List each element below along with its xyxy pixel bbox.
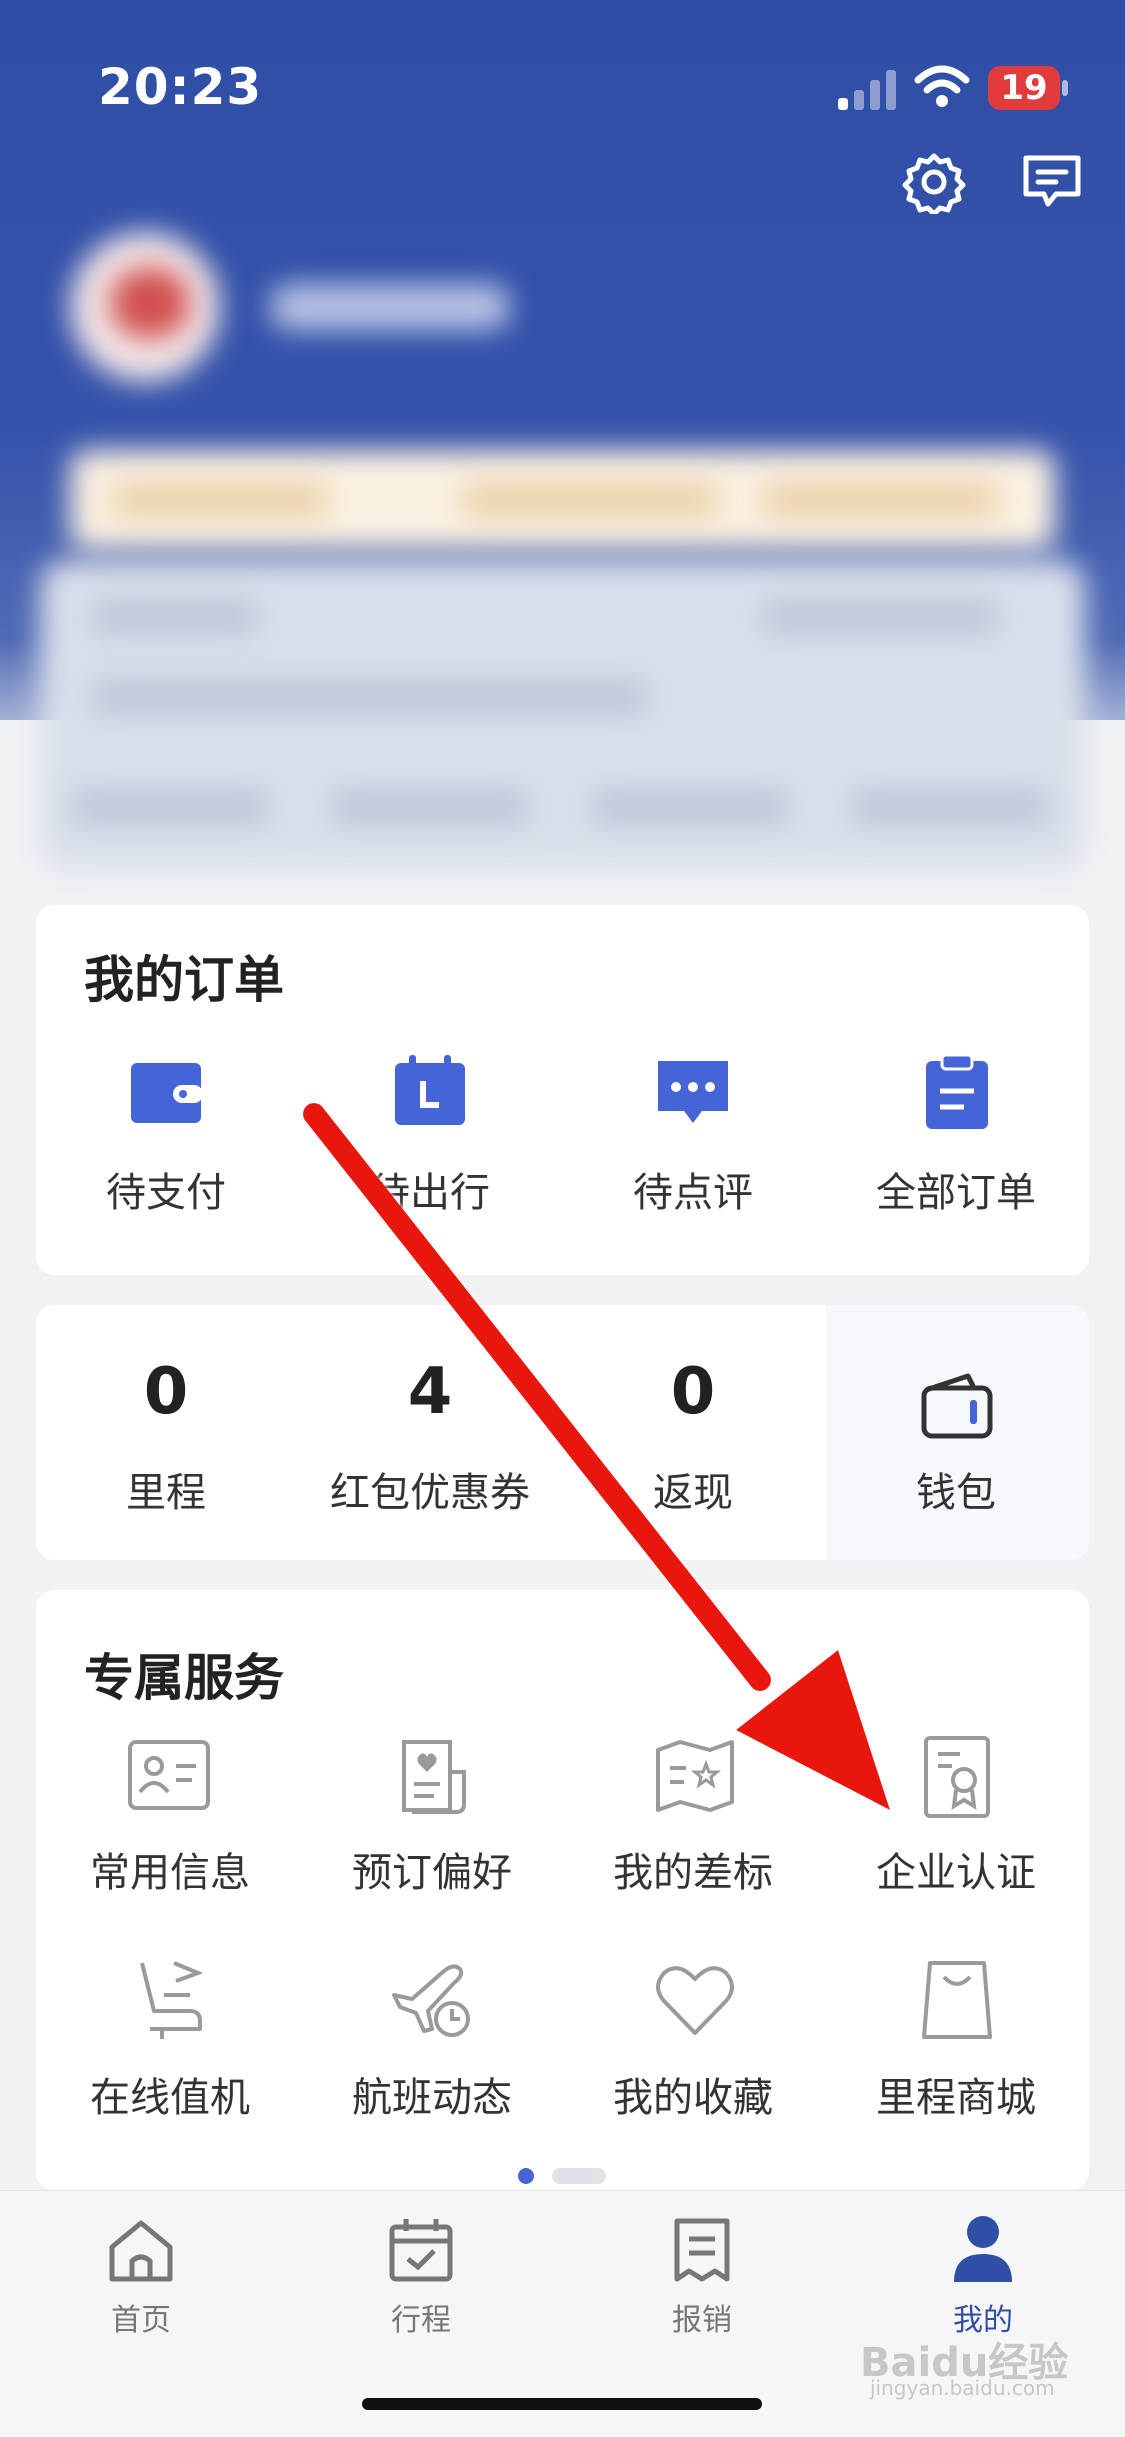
services-title: 专属服务 — [84, 1649, 284, 1707]
id-card-icon — [124, 1732, 214, 1822]
level-blur-1 — [90, 600, 260, 634]
tab-reimbursement[interactable]: 报销 — [622, 2295, 782, 2339]
plane-clock-icon — [388, 1955, 478, 2045]
level-blur-3 — [90, 680, 650, 714]
status-time: 20:23 — [98, 58, 263, 116]
home-indicator[interactable] — [362, 2398, 762, 2410]
service-mileage-mall[interactable]: 里程商城 — [836, 2065, 1076, 2123]
message-icon[interactable] — [1020, 152, 1084, 212]
service-enterprise-certification[interactable]: 企业认证 — [836, 1840, 1076, 1898]
mileage-value[interactable]: 0 — [46, 1355, 286, 1429]
order-pending-payment[interactable]: 待支付 — [46, 1160, 286, 1218]
person-icon — [954, 2216, 1012, 2282]
avatar-image — [110, 268, 190, 338]
level-blur-4 — [70, 790, 270, 824]
benefit-blur-3 — [760, 482, 1000, 518]
seat-icon — [124, 1955, 214, 2045]
heart-icon — [650, 1955, 740, 2045]
page-dot-active[interactable] — [518, 2168, 534, 2184]
benefit-blur-1 — [110, 482, 330, 518]
service-common-info[interactable]: 常用信息 — [50, 1840, 290, 1898]
home-icon — [109, 2220, 173, 2282]
clipboard-icon — [912, 1047, 1002, 1137]
service-online-checkin[interactable]: 在线值机 — [50, 2065, 290, 2123]
red-arrow-annotation — [303, 1103, 890, 1810]
service-flight-status[interactable]: 航班动态 — [312, 2065, 552, 2123]
tab-home[interactable]: 首页 — [61, 2295, 221, 2339]
wifi-icon — [914, 65, 970, 107]
battery-indicator: 19 — [988, 66, 1060, 110]
service-travel-standard[interactable]: 我的差标 — [573, 1840, 813, 1898]
mileage-label[interactable]: 里程 — [46, 1460, 286, 1518]
level-blur-2 — [760, 600, 1000, 634]
level-blur-6 — [590, 790, 790, 824]
page-dot[interactable] — [552, 2168, 606, 2184]
service-booking-preference[interactable]: 预订偏好 — [312, 1840, 552, 1898]
wallet-icon — [121, 1047, 211, 1137]
level-blur-7 — [850, 790, 1050, 824]
calendar-check-icon — [389, 2219, 453, 2282]
tab-trips[interactable]: 行程 — [341, 2295, 501, 2339]
gear-icon[interactable] — [902, 150, 966, 214]
benefit-blur-2 — [460, 482, 720, 518]
battery-tip — [1062, 80, 1068, 96]
username-blurred[interactable] — [270, 284, 510, 330]
orders-title: 我的订单 — [84, 951, 284, 1009]
service-favorites[interactable]: 我的收藏 — [573, 2065, 813, 2123]
certificate-icon — [912, 1732, 1002, 1822]
shopping-bag-icon — [912, 1955, 1002, 2045]
signal-icon — [838, 70, 896, 110]
wallet-outline-icon — [912, 1360, 1002, 1450]
level-blur-5 — [330, 790, 530, 824]
receipt-icon — [674, 2218, 730, 2282]
watermark-url: jingyan.baidu.com — [870, 2376, 1055, 2400]
